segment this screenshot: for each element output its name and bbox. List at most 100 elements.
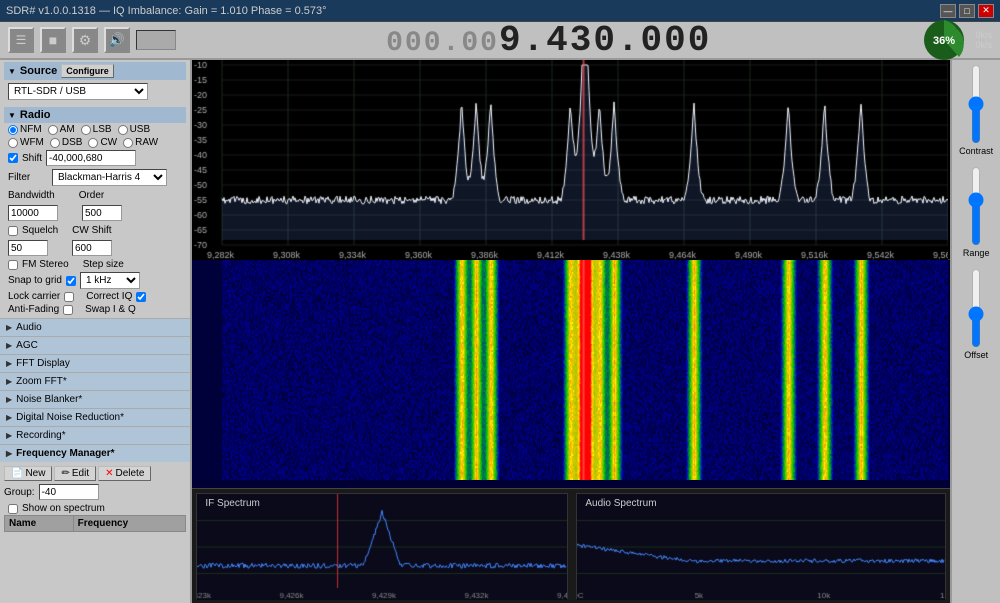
contrast-label: Contrast bbox=[959, 146, 993, 156]
mode-usb[interactable]: USB bbox=[118, 124, 151, 135]
offset-label: Offset bbox=[964, 350, 988, 360]
fft-display-panel: FFT Display bbox=[0, 354, 190, 372]
shift-checkbox[interactable] bbox=[8, 153, 18, 163]
cpu-rates: 0k/s 0k/s bbox=[975, 30, 992, 50]
device-select[interactable]: RTL-SDR / USB bbox=[8, 83, 148, 100]
radio-section: Radio NFM AM LSB USB WFM DSB CW RAW Shif… bbox=[0, 105, 190, 318]
mode-nfm[interactable]: NFM bbox=[8, 124, 42, 135]
zoom-fft-panel: Zoom FFT* bbox=[0, 372, 190, 390]
audio-spectrum-panel: Audio Spectrum bbox=[576, 493, 946, 599]
col-name: Name bbox=[5, 516, 74, 532]
mode-lsb[interactable]: LSB bbox=[81, 124, 112, 135]
shift-value[interactable] bbox=[46, 150, 136, 166]
correct-iq-checkbox[interactable] bbox=[136, 292, 146, 302]
freq-manager-content: 📄 New ✏ Edit ✕ Delete Group: bbox=[0, 462, 190, 535]
source-device-row: RTL-SDR / USB bbox=[4, 80, 186, 103]
left-panel: Source Configure RTL-SDR / USB Radio NFM… bbox=[0, 60, 192, 603]
group-row: Group: bbox=[4, 482, 186, 502]
stop-button[interactable]: ■ bbox=[40, 27, 66, 53]
contrast-slider[interactable] bbox=[968, 64, 984, 144]
settings-button[interactable]: ⚙ bbox=[72, 27, 98, 53]
delete-button[interactable]: ✕ Delete bbox=[98, 466, 151, 481]
range-label: Range bbox=[963, 248, 990, 258]
filter-select[interactable]: Blackman-Harris 4 bbox=[52, 169, 167, 186]
mode-am[interactable]: AM bbox=[48, 124, 75, 135]
freq-prefix: 000.00 bbox=[386, 28, 499, 59]
squelch-checkbox[interactable] bbox=[8, 226, 18, 236]
cpu-area: 36% 0k/s 0k/s bbox=[921, 17, 992, 63]
agc-panel: AGC bbox=[0, 336, 190, 354]
shift-row: Shift bbox=[4, 149, 186, 167]
group-input[interactable] bbox=[39, 484, 99, 500]
frequency-table: Name Frequency bbox=[4, 515, 186, 532]
show-spectrum-checkbox[interactable] bbox=[8, 504, 18, 514]
mode-dsb[interactable]: DSB bbox=[50, 137, 83, 148]
menu-button[interactable]: ☰ bbox=[8, 27, 34, 53]
configure-button[interactable]: Configure bbox=[61, 64, 114, 78]
snap-grid-select[interactable]: 1 kHz bbox=[80, 272, 140, 289]
main-layout: Source Configure RTL-SDR / USB Radio NFM… bbox=[0, 60, 1000, 603]
source-section: Source Configure RTL-SDR / USB bbox=[0, 60, 190, 105]
dnr-header[interactable]: Digital Noise Reduction* bbox=[0, 409, 190, 426]
fm-stereo-checkbox[interactable] bbox=[8, 260, 18, 270]
anti-fading-checkbox[interactable] bbox=[63, 305, 73, 315]
toolbar: ☰ ■ ⚙ 🔊 000.009.430.000 36% 0k/s 0k/s bbox=[0, 22, 1000, 60]
lock-carrier-checkbox[interactable] bbox=[64, 292, 74, 302]
if-spectrum-title: IF Spectrum bbox=[205, 498, 259, 509]
filter-row: Filter Blackman-Harris 4 bbox=[4, 167, 186, 188]
bottom-panels: IF Spectrum Audio Spectrum bbox=[192, 488, 950, 603]
cw-shift-value[interactable] bbox=[72, 240, 112, 256]
fft-display-header[interactable]: FFT Display bbox=[0, 355, 190, 372]
squelch-values-row bbox=[4, 238, 186, 258]
audio-button[interactable]: 🔊 bbox=[104, 27, 130, 53]
recording-panel: Recording* bbox=[0, 426, 190, 444]
minimize-button[interactable]: — bbox=[940, 4, 956, 18]
fm-stereo-row: FM Stereo Step size bbox=[4, 258, 186, 271]
source-header[interactable]: Source Configure bbox=[4, 62, 186, 80]
mode-raw[interactable]: RAW bbox=[123, 137, 158, 148]
noise-blanker-panel: Noise Blanker* bbox=[0, 390, 190, 408]
range-slider[interactable] bbox=[968, 166, 984, 246]
order-input[interactable] bbox=[82, 205, 122, 221]
squelch-row: Squelch CW Shift bbox=[4, 223, 186, 238]
new-button[interactable]: 📄 New bbox=[4, 466, 52, 481]
freq-manager-panel: Frequency Manager* 📄 New ✏ Edit ✕ Delete bbox=[0, 444, 190, 535]
noise-blanker-header[interactable]: Noise Blanker* bbox=[0, 391, 190, 408]
cpu-indicator: 36% bbox=[921, 17, 967, 63]
window-controls: — □ ✕ bbox=[940, 4, 994, 18]
offset-control: Offset bbox=[964, 268, 988, 360]
right-sliders: Contrast Range Offset bbox=[950, 60, 1000, 603]
spectrum-canvas bbox=[192, 60, 948, 260]
snap-grid-row: Snap to grid 1 kHz bbox=[4, 271, 186, 290]
edit-button[interactable]: ✏ Edit bbox=[54, 466, 96, 481]
audio-panel: Audio bbox=[0, 318, 190, 336]
mode-row-2: WFM DSB CW RAW bbox=[4, 136, 186, 149]
if-spectrum-panel: IF Spectrum bbox=[196, 493, 568, 599]
lock-correct-row: Lock carrier Correct IQ bbox=[4, 290, 186, 303]
snap-grid-checkbox[interactable] bbox=[66, 276, 76, 286]
spectrum-plot bbox=[192, 60, 950, 260]
contrast-control: Contrast bbox=[959, 64, 993, 156]
if-spectrum-canvas bbox=[197, 494, 567, 600]
audio-header[interactable]: Audio bbox=[0, 319, 190, 336]
recording-header[interactable]: Recording* bbox=[0, 427, 190, 444]
radio-header[interactable]: Radio bbox=[4, 107, 186, 123]
show-spectrum-row: Show on spectrum bbox=[4, 502, 186, 515]
squelch-value[interactable] bbox=[8, 240, 48, 256]
anti-swap-row: Anti-Fading Swap I & Q bbox=[4, 303, 186, 316]
col-frequency: Frequency bbox=[73, 516, 186, 532]
maximize-button[interactable]: □ bbox=[959, 4, 975, 18]
close-button[interactable]: ✕ bbox=[978, 4, 994, 18]
mode-row-1: NFM AM LSB USB bbox=[4, 123, 186, 136]
waterfall-canvas bbox=[192, 260, 948, 480]
freq-manager-toolbar: 📄 New ✏ Edit ✕ Delete bbox=[4, 465, 186, 482]
agc-header[interactable]: AGC bbox=[0, 337, 190, 354]
slider-handle[interactable] bbox=[136, 30, 176, 50]
zoom-fft-header[interactable]: Zoom FFT* bbox=[0, 373, 190, 390]
spectrum-area: IF Spectrum Audio Spectrum bbox=[192, 60, 950, 603]
freq-manager-header[interactable]: Frequency Manager* bbox=[0, 445, 190, 462]
mode-wfm[interactable]: WFM bbox=[8, 137, 44, 148]
mode-cw[interactable]: CW bbox=[88, 137, 117, 148]
bandwidth-input[interactable] bbox=[8, 205, 58, 221]
offset-slider[interactable] bbox=[968, 268, 984, 348]
